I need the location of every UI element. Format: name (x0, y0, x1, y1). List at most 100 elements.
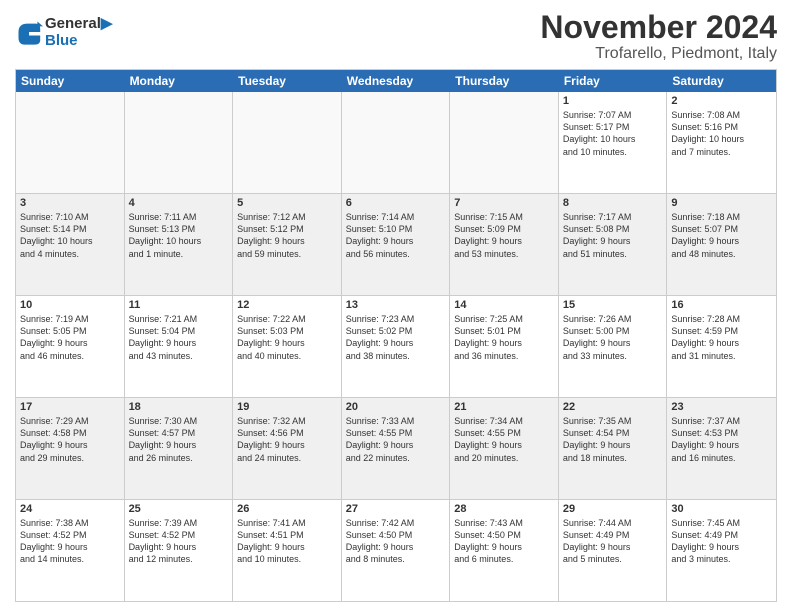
day-info: Sunrise: 7:14 AM Sunset: 5:10 PM Dayligh… (346, 211, 446, 260)
day-cell: 23Sunrise: 7:37 AM Sunset: 4:53 PM Dayli… (667, 398, 776, 499)
day-header: Friday (559, 70, 668, 92)
day-number: 10 (20, 299, 120, 311)
week-row: 17 Sunrise: 7:29 AM Sunset: 4:58 PM Dayli… (16, 398, 776, 500)
day-number: 12 (237, 299, 337, 311)
day-cell: 1 Sunrise: 7:07 AM Sunset: 5:17 PM Daylig… (559, 92, 668, 193)
page-container: General▶ Blue November 2024 Trofarello, … (0, 0, 792, 612)
week-row: 1 Sunrise: 7:07 AM Sunset: 5:17 PM Daylig… (16, 92, 776, 194)
day-number: 15 (563, 299, 663, 311)
day-info: Sunrise: 7:28 AM Sunset: 4:59 PM Dayligh… (671, 313, 772, 362)
day-info: Sunrise: 7:22 AM Sunset: 5:03 PM Dayligh… (237, 313, 337, 362)
day-info: Sunrise: 7:17 AM Sunset: 5:08 PM Dayligh… (563, 211, 663, 260)
day-number: 3 (20, 197, 120, 209)
logo: General▶ Blue (15, 14, 112, 49)
day-cell: 9 Sunrise: 7:18 AM Sunset: 5:07 PM Daylig… (667, 194, 776, 295)
day-cell: 21 Sunrise: 7:34 AM Sunset: 4:55 PM Dayli… (450, 398, 559, 499)
month-title: November 2024 (540, 10, 777, 45)
day-info: Sunrise: 7:12 AM Sunset: 5:12 PM Dayligh… (237, 211, 337, 260)
day-info: Sunrise: 7:18 AM Sunset: 5:07 PM Dayligh… (671, 211, 772, 260)
logo-icon (15, 18, 43, 46)
day-cell: 8 Sunrise: 7:17 AM Sunset: 5:08 PM Daylig… (559, 194, 668, 295)
day-info: Sunrise: 7:42 AM Sunset: 4:50 PM Dayligh… (346, 517, 446, 566)
day-info: Sunrise: 7:11 AM Sunset: 5:13 PM Dayligh… (129, 211, 229, 260)
day-info: Sunrise: 7:30 AM Sunset: 4:57 PM Dayligh… (129, 415, 229, 464)
day-info: Sunrise: 7:35 AM Sunset: 4:54 PM Dayligh… (563, 415, 663, 464)
day-info: Sunrise: 7:34 AM Sunset: 4:55 PM Dayligh… (454, 415, 554, 464)
day-cell: 24 Sunrise: 7:38 AM Sunset: 4:52 PM Dayli… (16, 500, 125, 601)
day-header: Monday (125, 70, 234, 92)
day-number: 2 (671, 95, 772, 107)
day-number: 16 (671, 299, 772, 311)
day-info: Sunrise: 7:07 AM Sunset: 5:17 PM Dayligh… (563, 109, 663, 158)
day-number: 22 (563, 401, 663, 413)
day-info: Sunrise: 7:10 AM Sunset: 5:14 PM Dayligh… (20, 211, 120, 260)
day-number: 7 (454, 197, 554, 209)
day-info: Sunrise: 7:44 AM Sunset: 4:49 PM Dayligh… (563, 517, 663, 566)
week-row: 10 Sunrise: 7:19 AM Sunset: 5:05 PM Dayli… (16, 296, 776, 398)
day-number: 23 (671, 401, 772, 413)
day-header: Tuesday (233, 70, 342, 92)
title-section: November 2024 Trofarello, Piedmont, Ital… (540, 10, 777, 63)
calendar: SundayMondayTuesdayWednesdayThursdayFrid… (15, 69, 777, 602)
day-number: 9 (671, 197, 772, 209)
day-info: Sunrise: 7:38 AM Sunset: 4:52 PM Dayligh… (20, 517, 120, 566)
day-number: 6 (346, 197, 446, 209)
day-number: 8 (563, 197, 663, 209)
day-number: 27 (346, 503, 446, 515)
day-number: 11 (129, 299, 229, 311)
day-cell (342, 92, 451, 193)
day-info: Sunrise: 7:32 AM Sunset: 4:56 PM Dayligh… (237, 415, 337, 464)
day-info: Sunrise: 7:33 AM Sunset: 4:55 PM Dayligh… (346, 415, 446, 464)
day-number: 13 (346, 299, 446, 311)
day-cell: 28 Sunrise: 7:43 AM Sunset: 4:50 PM Dayli… (450, 500, 559, 601)
day-cell: 3 Sunrise: 7:10 AM Sunset: 5:14 PM Daylig… (16, 194, 125, 295)
day-cell: 19Sunrise: 7:32 AM Sunset: 4:56 PM Dayli… (233, 398, 342, 499)
day-header: Saturday (667, 70, 776, 92)
day-info: Sunrise: 7:43 AM Sunset: 4:50 PM Dayligh… (454, 517, 554, 566)
day-number: 4 (129, 197, 229, 209)
day-cell (16, 92, 125, 193)
day-cell: 25Sunrise: 7:39 AM Sunset: 4:52 PM Dayli… (125, 500, 234, 601)
day-number: 5 (237, 197, 337, 209)
day-number: 30 (671, 503, 772, 515)
day-header: Sunday (16, 70, 125, 92)
day-cell: 4 Sunrise: 7:11 AM Sunset: 5:13 PM Daylig… (125, 194, 234, 295)
day-cell: 10 Sunrise: 7:19 AM Sunset: 5:05 PM Dayli… (16, 296, 125, 397)
day-number: 21 (454, 401, 554, 413)
location-title: Trofarello, Piedmont, Italy (540, 45, 777, 63)
day-number: 17 (20, 401, 120, 413)
day-cell (450, 92, 559, 193)
day-info: Sunrise: 7:26 AM Sunset: 5:00 PM Dayligh… (563, 313, 663, 362)
day-number: 28 (454, 503, 554, 515)
day-header: Thursday (450, 70, 559, 92)
day-cell: 5 Sunrise: 7:12 AM Sunset: 5:12 PM Daylig… (233, 194, 342, 295)
day-cell: 18 Sunrise: 7:30 AM Sunset: 4:57 PM Dayli… (125, 398, 234, 499)
day-cell: 16 Sunrise: 7:28 AM Sunset: 4:59 PM Dayli… (667, 296, 776, 397)
day-cell: 30 Sunrise: 7:45 AM Sunset: 4:49 PM Dayli… (667, 500, 776, 601)
day-number: 18 (129, 401, 229, 413)
day-cell (233, 92, 342, 193)
day-number: 24 (20, 503, 120, 515)
day-info: Sunrise: 7:08 AM Sunset: 5:16 PM Dayligh… (671, 109, 772, 158)
day-number: 1 (563, 95, 663, 107)
day-info: Sunrise: 7:25 AM Sunset: 5:01 PM Dayligh… (454, 313, 554, 362)
week-row: 3 Sunrise: 7:10 AM Sunset: 5:14 PM Daylig… (16, 194, 776, 296)
header: General▶ Blue November 2024 Trofarello, … (15, 10, 777, 63)
day-cell: 6 Sunrise: 7:14 AM Sunset: 5:10 PM Daylig… (342, 194, 451, 295)
day-info: Sunrise: 7:45 AM Sunset: 4:49 PM Dayligh… (671, 517, 772, 566)
day-number: 14 (454, 299, 554, 311)
day-cell: 12 Sunrise: 7:22 AM Sunset: 5:03 PM Dayli… (233, 296, 342, 397)
day-info: Sunrise: 7:23 AM Sunset: 5:02 PM Dayligh… (346, 313, 446, 362)
logo-text: General▶ Blue (45, 14, 112, 49)
day-cell: 27 Sunrise: 7:42 AM Sunset: 4:50 PM Dayli… (342, 500, 451, 601)
day-cell: 7Sunrise: 7:15 AM Sunset: 5:09 PM Daylig… (450, 194, 559, 295)
weeks: 1 Sunrise: 7:07 AM Sunset: 5:17 PM Daylig… (16, 92, 776, 601)
day-cell: 11Sunrise: 7:21 AM Sunset: 5:04 PM Dayli… (125, 296, 234, 397)
day-cell: 17 Sunrise: 7:29 AM Sunset: 4:58 PM Dayli… (16, 398, 125, 499)
day-cell: 15 Sunrise: 7:26 AM Sunset: 5:00 PM Dayli… (559, 296, 668, 397)
day-number: 25 (129, 503, 229, 515)
day-number: 29 (563, 503, 663, 515)
day-headers: SundayMondayTuesdayWednesdayThursdayFrid… (16, 70, 776, 92)
day-info: Sunrise: 7:19 AM Sunset: 5:05 PM Dayligh… (20, 313, 120, 362)
day-info: Sunrise: 7:29 AM Sunset: 4:58 PM Dayligh… (20, 415, 120, 464)
